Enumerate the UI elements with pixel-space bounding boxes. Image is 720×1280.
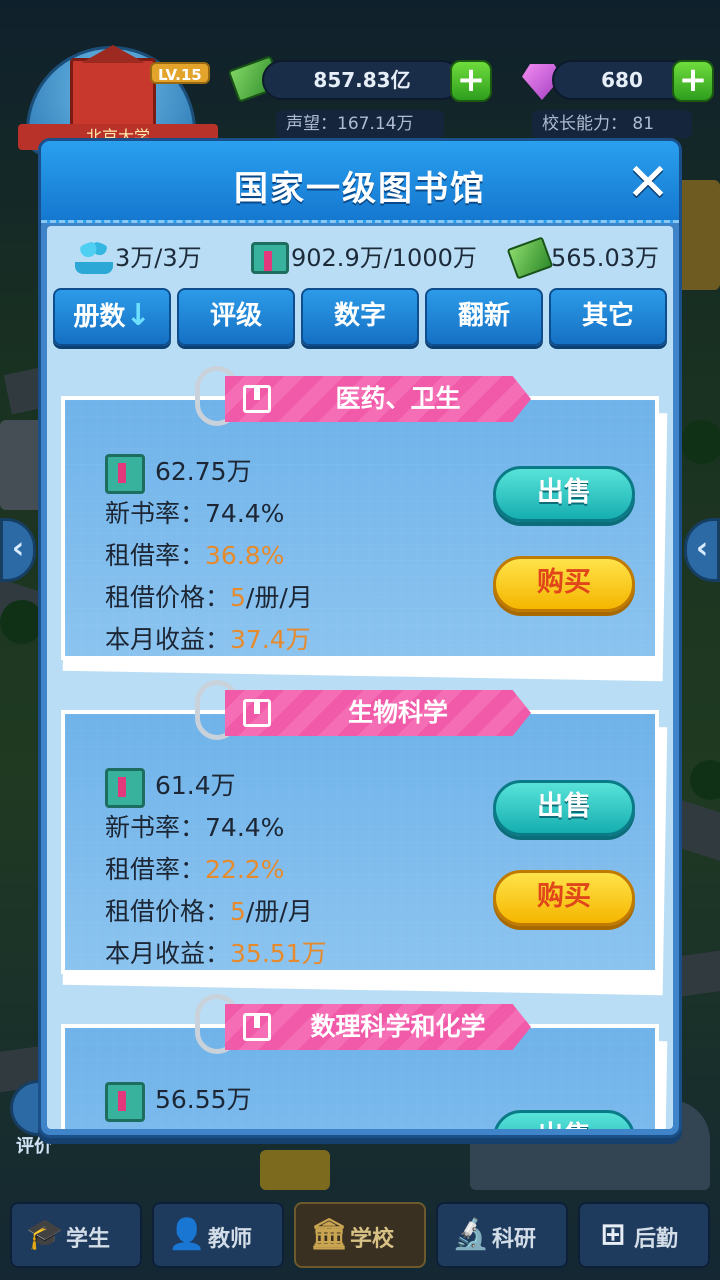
school-building-icon	[70, 58, 156, 128]
buy-button[interactable]: 购买	[493, 556, 635, 612]
principal-ability-display: 校长能力： 81	[532, 110, 692, 138]
reputation-display: 声望：167.14万	[276, 110, 444, 138]
borrow-rate: 租借率：22.2%	[105, 855, 285, 884]
tab-renovate[interactable]: 翻新	[425, 288, 543, 346]
modal-body: 3万/3万 902.9万/1000万 565.03万 册数↓ 评级 数字 翻新 …	[47, 226, 673, 1129]
sort-tabs: 册数↓ 评级 数字 翻新 其它	[53, 288, 671, 346]
rental-price: 租借价格：5/册/月	[105, 583, 313, 612]
nav-logistics[interactable]: ⊞ 后勤	[578, 1202, 710, 1268]
add-money-button[interactable]: +	[450, 60, 492, 102]
category-card: 医药、卫生 62.75万 新书率：74.4% 租借率：36.8% 租借价格：5/…	[61, 366, 668, 682]
modal-header: 国家一级图书馆 ✕	[41, 141, 679, 223]
nav-research[interactable]: 🔬 科研	[436, 1202, 568, 1268]
category-banner: 生物科学	[225, 690, 531, 736]
logistics-icon: ⊞	[600, 1217, 626, 1252]
rental-price: 租借价格：5/册/月	[105, 897, 313, 926]
nav-school[interactable]: 🏛 学校	[294, 1202, 426, 1268]
people-icon	[75, 242, 113, 274]
library-modal: 国家一级图书馆 ✕ 3万/3万 902.9万/1000万 565.03万 册数↓…	[38, 138, 682, 1138]
new-book-rate: 新书率：74.4%	[105, 499, 285, 528]
tab-rating[interactable]: 评级	[177, 288, 295, 346]
teacher-icon: 👤	[168, 1217, 206, 1252]
tab-digital[interactable]: 数字	[301, 288, 419, 346]
book-icon	[251, 242, 289, 274]
sell-button[interactable]: 出售	[493, 780, 635, 836]
microscope-icon: 🔬	[452, 1217, 490, 1252]
book-icon	[105, 1082, 145, 1122]
add-gems-button[interactable]: +	[672, 60, 714, 102]
funds-stat: 565.03万	[506, 236, 671, 280]
top-bar: 北京大学 LV.15 857.83亿 + 680 + 声望：167.14万 校长…	[0, 0, 720, 156]
new-book-rate: 新书率：74.4%	[105, 813, 285, 842]
book-icon	[105, 768, 145, 808]
borrow-rate: 租借率：36.8%	[105, 541, 285, 570]
gems-display: 680	[552, 60, 692, 100]
close-button[interactable]: ✕	[625, 157, 671, 209]
sort-down-icon: ↓	[125, 298, 151, 333]
category-card: 生物科学 61.4万 新书率：74.4% 租借率：22.2% 租借价格：5/册/…	[61, 680, 668, 996]
buy-button[interactable]: 购买	[493, 870, 635, 926]
books-stat: 902.9万/1000万	[251, 236, 491, 280]
tab-other[interactable]: 其它	[549, 288, 667, 346]
category-card: 数理科学和化学 56.55万 出售	[61, 994, 668, 1129]
category-banner: 数理科学和化学	[225, 1004, 531, 1050]
school-icon: 🏛	[310, 1217, 349, 1252]
level-badge: LV.15	[150, 62, 210, 84]
sell-button[interactable]: 出售	[493, 1110, 635, 1129]
monthly-income: 本月收益：35.51万	[105, 939, 327, 968]
category-banner: 医药、卫生	[225, 376, 531, 422]
bottom-navigation: 🎓 学生 👤 教师 🏛 学校 🔬 科研 ⊞ 后勤	[0, 1194, 720, 1280]
nav-students[interactable]: 🎓 学生	[10, 1202, 142, 1268]
modal-title: 国家一级图书馆	[234, 169, 486, 209]
cash-icon	[506, 236, 554, 280]
nav-teachers[interactable]: 👤 教师	[152, 1202, 284, 1268]
monthly-income: 本月收益：37.4万	[105, 625, 311, 654]
stats-row: 3万/3万 902.9万/1000万 565.03万	[47, 236, 673, 280]
sell-button[interactable]: 出售	[493, 466, 635, 522]
tab-count[interactable]: 册数↓	[53, 288, 171, 346]
book-icon	[105, 454, 145, 494]
book-icon	[243, 699, 271, 727]
book-icon	[243, 1013, 271, 1041]
capacity-stat: 3万/3万	[75, 236, 235, 280]
money-display: 857.83亿	[262, 60, 462, 100]
graduation-cap-icon: 🎓	[26, 1217, 64, 1252]
book-icon	[243, 385, 271, 413]
